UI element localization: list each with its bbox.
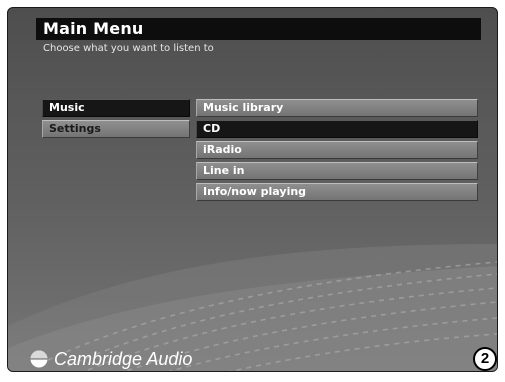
source-item-line-in[interactable]: Line in — [196, 162, 478, 180]
menu-screen: Main Menu Choose what you want to listen… — [7, 7, 498, 372]
category-menu: Music Settings — [42, 99, 190, 141]
source-item-iradio[interactable]: iRadio — [196, 141, 478, 159]
page-subtitle: Choose what you want to listen to — [43, 43, 214, 54]
category-item-music[interactable]: Music — [42, 99, 190, 117]
source-item-music-library[interactable]: Music library — [196, 99, 478, 117]
page-title: Main Menu — [43, 19, 144, 38]
source-item-cd[interactable]: CD — [196, 120, 478, 138]
category-item-settings[interactable]: Settings — [42, 120, 190, 138]
brand-name: Cambridge Audio — [54, 349, 193, 369]
source-item-info-now-playing[interactable]: Info/now playing — [196, 183, 478, 201]
source-menu: Music library CD iRadio Line in Info/now… — [196, 99, 478, 204]
cambridge-audio-logo-icon — [30, 350, 48, 368]
brand-logo: Cambridge Audio — [30, 348, 192, 370]
figure-number-badge: 2 — [473, 347, 497, 371]
